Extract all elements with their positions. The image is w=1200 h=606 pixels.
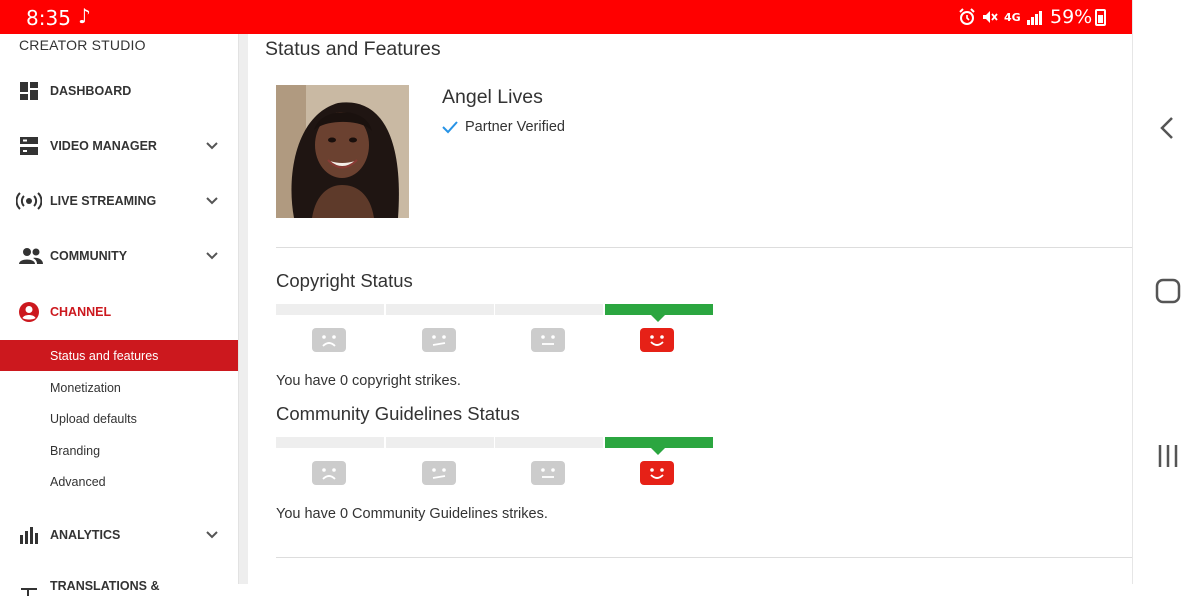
- sidebar-subitem-branding[interactable]: Branding: [0, 435, 238, 466]
- sidebar-subitem-monetization[interactable]: Monetization: [0, 372, 238, 403]
- live-streaming-icon: [15, 190, 43, 212]
- happy-face-icon: [640, 328, 674, 352]
- strike-segment: [386, 304, 494, 315]
- partner-verified-badge: Partner Verified: [442, 119, 565, 135]
- sidebar-item-video-manager[interactable]: VIDEO MANAGER: [0, 126, 238, 166]
- sidebar-item-label: LIVE STREAMING: [50, 194, 157, 208]
- sidebar: CREATOR STUDIO DASHBOARD VIDEO MANAGER L…: [0, 34, 238, 596]
- chevron-down-icon[interactable]: [205, 139, 219, 153]
- sidebar-item-community[interactable]: COMMUNITY: [0, 236, 238, 276]
- sidebar-item-channel[interactable]: CHANNEL: [0, 292, 238, 332]
- neutral-face-icon: [531, 328, 565, 352]
- system-nav-bar: [1132, 0, 1200, 584]
- sidebar-subitem-upload-defaults[interactable]: Upload defaults: [0, 403, 238, 434]
- home-icon[interactable]: [1153, 276, 1183, 306]
- signal-icon: [1026, 11, 1042, 25]
- checkmark-icon: [442, 121, 458, 134]
- main-content: Status and Features Angel Lives Partner …: [248, 34, 1132, 584]
- unhappy-face-icon: [422, 461, 456, 485]
- strike-segment: [495, 304, 603, 315]
- chevron-down-icon[interactable]: [205, 194, 219, 208]
- status-time: 8:35: [26, 6, 71, 30]
- music-note-icon: ♪: [78, 4, 91, 28]
- happy-face-icon: [640, 461, 674, 485]
- sidebar-subitem-label: Status and features: [50, 348, 159, 363]
- community-guidelines-status-title: Community Guidelines Status: [276, 403, 520, 424]
- sidebar-subitem-label: Monetization: [50, 380, 121, 395]
- strike-segment: [495, 437, 603, 448]
- sidebar-item-label: COMMUNITY: [50, 249, 128, 263]
- sidebar-subitem-label: Upload defaults: [50, 411, 137, 426]
- sad-face-icon: [312, 461, 346, 485]
- back-icon[interactable]: [1153, 113, 1183, 143]
- alarm-icon: [959, 8, 975, 25]
- strike-segment: [276, 437, 384, 448]
- video-manager-icon: [18, 135, 40, 157]
- strike-segment: [276, 304, 384, 315]
- chevron-down-icon[interactable]: [205, 528, 219, 542]
- copyright-strike-meter: [276, 304, 714, 364]
- sidebar-subitem-status-and-features[interactable]: Status and features: [0, 340, 238, 371]
- channel-name: Angel Lives: [442, 86, 543, 108]
- battery-percent: 59%: [1050, 6, 1093, 28]
- recents-icon[interactable]: [1153, 441, 1183, 471]
- sidebar-subitem-label: Advanced: [50, 474, 106, 489]
- community-icon: [18, 245, 44, 267]
- strike-segment-current: [605, 437, 713, 455]
- network-type: 4G: [1004, 10, 1021, 24]
- sidebar-item-label: TRANSLATIONS &: [50, 579, 160, 593]
- sidebar-item-analytics[interactable]: ANALYTICS: [0, 515, 238, 555]
- dashboard-icon: [18, 80, 40, 102]
- sidebar-subitem-label: Branding: [50, 443, 101, 458]
- neutral-face-icon: [531, 461, 565, 485]
- copyright-status-title: Copyright Status: [276, 270, 413, 291]
- sidebar-item-dashboard[interactable]: DASHBOARD: [0, 71, 238, 111]
- sidebar-item-translations[interactable]: TRANSLATIONS &: [0, 566, 238, 606]
- divider: [276, 557, 1132, 558]
- strike-segment-current: [605, 304, 713, 322]
- sidebar-item-label: ANALYTICS: [50, 528, 121, 542]
- sad-face-icon: [312, 328, 346, 352]
- chevron-down-icon[interactable]: [205, 249, 219, 263]
- unhappy-face-icon: [422, 328, 456, 352]
- copyright-strike-message: You have 0 copyright strikes.: [276, 373, 461, 389]
- status-icons: 4G: [958, 8, 1044, 26]
- sidebar-item-live-streaming[interactable]: LIVE STREAMING: [0, 181, 238, 221]
- sidebar-item-label: CHANNEL: [50, 305, 112, 319]
- channel-icon: [18, 301, 40, 323]
- status-bar: 8:35 ♪ 4G 59%: [0, 0, 1132, 34]
- community-strike-meter: [276, 437, 714, 497]
- translations-icon: [18, 575, 40, 597]
- mute-icon: [983, 11, 998, 23]
- sidebar-subitem-advanced[interactable]: Advanced: [0, 466, 238, 497]
- sidebar-item-label: DASHBOARD: [50, 84, 132, 98]
- channel-avatar: [276, 85, 409, 218]
- battery-icon: [1095, 9, 1106, 26]
- partner-verified-label: Partner Verified: [465, 119, 565, 135]
- analytics-icon: [18, 524, 40, 546]
- sidebar-item-label: VIDEO MANAGER: [50, 139, 157, 153]
- community-strike-message: You have 0 Community Guidelines strikes.: [276, 506, 548, 522]
- brand-title: CREATOR STUDIO: [19, 37, 146, 53]
- divider: [276, 247, 1132, 248]
- sidebar-divider: [238, 34, 248, 584]
- page-title: Status and Features: [265, 38, 441, 60]
- strike-segment: [386, 437, 494, 448]
